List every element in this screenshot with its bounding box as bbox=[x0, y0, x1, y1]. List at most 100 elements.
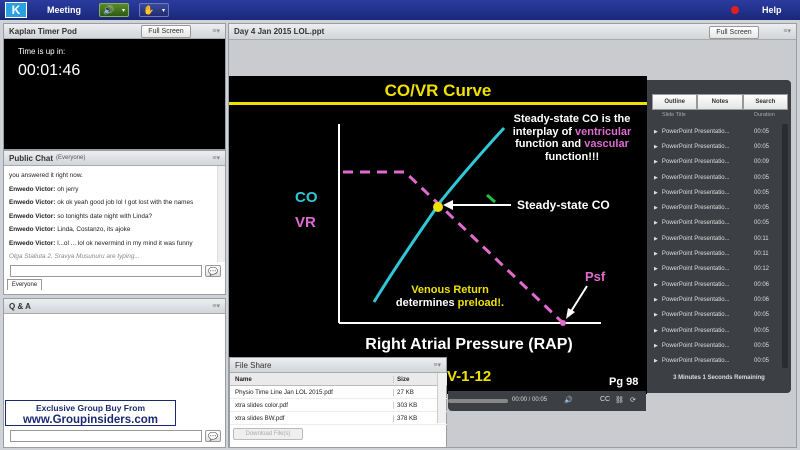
slide-list-item[interactable]: ▶ PowerPoint Presentatio... 00:09 bbox=[652, 155, 784, 170]
send-message-button[interactable]: 💬 bbox=[205, 265, 221, 277]
expand-triangle-icon[interactable]: ▶ bbox=[654, 175, 658, 181]
slide-list-item[interactable]: ▶ PowerPoint Presentatio... 00:05 bbox=[652, 139, 784, 154]
pod-options-icon[interactable]: ≡▾ bbox=[783, 27, 791, 35]
chat-scrollbar[interactable] bbox=[217, 166, 225, 262]
pod-options-icon[interactable]: ≡▾ bbox=[212, 302, 220, 310]
timer-pod: Kaplan Timer Pod ≡▾ Full Screen Time is … bbox=[3, 23, 226, 150]
slide-title-text: PowerPoint Presentatio... bbox=[661, 159, 730, 166]
audio-button[interactable]: 🔊 ▾ bbox=[99, 3, 130, 17]
psf-label: Psf bbox=[585, 269, 606, 284]
timer-display: Time is up in: 00:01:46 bbox=[4, 39, 225, 149]
file-row[interactable]: xtra slides color.pdf 303 KB bbox=[230, 399, 447, 412]
slide-title-text: PowerPoint Presentatio... bbox=[661, 281, 730, 288]
file-share-pod: File Share ≡▾ Name Size Physio Time Line… bbox=[229, 357, 447, 448]
expand-triangle-icon[interactable]: ▶ bbox=[654, 343, 658, 349]
send-question-button[interactable]: 💬 bbox=[205, 430, 221, 442]
slide-title-text: PowerPoint Presentatio... bbox=[661, 143, 730, 150]
slide-list-item[interactable]: ▶ PowerPoint Presentatio... 00:05 bbox=[652, 124, 784, 139]
slide-title-text: PowerPoint Presentatio... bbox=[661, 251, 730, 258]
timer-label: Time is up in: bbox=[18, 47, 66, 56]
chat-bubble-icon: 💬 bbox=[208, 431, 218, 441]
chat-tab-everyone[interactable]: Everyone bbox=[7, 279, 42, 290]
sync-icon[interactable]: ⟳ bbox=[630, 396, 636, 404]
volume-icon[interactable]: 🔊 bbox=[564, 396, 573, 404]
slide-list-item[interactable]: ▶ PowerPoint Presentatio... 00:12 bbox=[652, 262, 784, 277]
playback-time: 00:00 / 00:05 bbox=[512, 397, 548, 403]
slide-list-item[interactable]: ▶ PowerPoint Presentatio... 00:05 bbox=[652, 308, 784, 323]
expand-triangle-icon[interactable]: ▶ bbox=[654, 251, 658, 257]
link-icon[interactable]: ⛓ bbox=[615, 396, 624, 404]
playback-progress[interactable] bbox=[448, 399, 508, 403]
expand-triangle-icon[interactable]: ▶ bbox=[654, 297, 658, 303]
file-table-header: Name Size bbox=[230, 373, 447, 386]
co-label: CO bbox=[295, 189, 318, 206]
slide-list-item[interactable]: ▶ PowerPoint Presentatio... 00:06 bbox=[652, 292, 784, 307]
expand-triangle-icon[interactable]: ▶ bbox=[654, 358, 658, 364]
expand-triangle-icon[interactable]: ▶ bbox=[654, 159, 658, 165]
share-full-screen-button[interactable]: Full Screen bbox=[709, 26, 759, 39]
slide-list-item[interactable]: ▶ PowerPoint Presentatio... 00:05 bbox=[652, 170, 784, 185]
column-name[interactable]: Name bbox=[230, 376, 393, 383]
slide-title-text: PowerPoint Presentatio... bbox=[661, 358, 730, 365]
chat-input[interactable] bbox=[10, 265, 202, 277]
file-list-scrollbar[interactable] bbox=[437, 373, 446, 423]
pod-options-icon[interactable]: ≡▾ bbox=[433, 361, 441, 369]
expand-triangle-icon[interactable]: ▶ bbox=[654, 266, 658, 272]
column-slide-title: Slide Title bbox=[662, 112, 686, 118]
tab-search[interactable]: Search bbox=[742, 94, 788, 110]
download-files-button[interactable]: Download File(s) bbox=[233, 428, 303, 440]
expand-triangle-icon[interactable]: ▶ bbox=[654, 328, 658, 334]
menu-meeting[interactable]: Meeting bbox=[47, 5, 81, 15]
slide-list-item[interactable]: ▶ PowerPoint Presentatio... 00:11 bbox=[652, 231, 784, 246]
time-remaining: 3 Minutes 1 Seconds Remaining bbox=[673, 375, 765, 381]
slide-list-header: Slide Title Duration bbox=[652, 112, 784, 122]
slide-list-item[interactable]: ▶ PowerPoint Presentatio... 00:06 bbox=[652, 277, 784, 292]
typing-indicator: Olga Staliuta 2, Sravya Musunuru are typ… bbox=[9, 253, 140, 260]
slide-title-text: PowerPoint Presentatio... bbox=[661, 205, 730, 212]
expand-triangle-icon[interactable]: ▶ bbox=[654, 129, 658, 135]
annotation-line2: interplay of ventricular bbox=[513, 126, 632, 138]
tab-notes[interactable]: Notes bbox=[697, 94, 743, 110]
slide-list-scrollbar[interactable] bbox=[782, 124, 788, 368]
cardiac-function-curve bbox=[372, 126, 506, 303]
expand-triangle-icon[interactable]: ▶ bbox=[654, 220, 658, 226]
captions-icon[interactable]: CC bbox=[600, 396, 610, 403]
pod-title: File Share bbox=[235, 360, 272, 370]
arrow-head-icon bbox=[566, 308, 575, 319]
recording-icon[interactable] bbox=[731, 6, 739, 14]
expand-triangle-icon[interactable]: ▶ bbox=[654, 144, 658, 150]
pod-title: Public Chat bbox=[9, 153, 54, 163]
slide-list-item[interactable]: ▶ PowerPoint Presentatio... 00:05 bbox=[652, 200, 784, 215]
slide-list-item[interactable]: ▶ PowerPoint Presentatio... 00:05 bbox=[652, 353, 784, 368]
slide-title-text: PowerPoint Presentatio... bbox=[661, 312, 730, 319]
pod-title: Kaplan Timer Pod bbox=[9, 26, 77, 36]
menu-help[interactable]: Help bbox=[762, 5, 782, 15]
file-row[interactable]: xtra slides BW.pdf 378 KB bbox=[230, 412, 447, 425]
slide-list-item[interactable]: ▶ PowerPoint Presentatio... 00:11 bbox=[652, 246, 784, 261]
steady-state-point bbox=[433, 202, 443, 212]
slide-title-text: PowerPoint Presentatio... bbox=[661, 327, 730, 334]
expand-triangle-icon[interactable]: ▶ bbox=[654, 282, 658, 288]
column-size[interactable]: Size bbox=[393, 375, 437, 383]
expand-triangle-icon[interactable]: ▶ bbox=[654, 312, 658, 318]
file-row[interactable]: Physio Time Line Jan LOL 2015.pdf 27 KB bbox=[230, 386, 447, 399]
timer-full-screen-button[interactable]: Full Screen bbox=[141, 25, 191, 38]
slide-title: CO/VR Curve bbox=[385, 81, 492, 100]
pod-options-icon[interactable]: ≡▾ bbox=[212, 27, 220, 35]
watermark-banner: Exclusive Group Buy From www.Groupinside… bbox=[5, 400, 176, 426]
expand-triangle-icon[interactable]: ▶ bbox=[654, 205, 658, 211]
question-input[interactable] bbox=[10, 430, 202, 442]
playback-controls: 00:00 / 00:05 🔊 CC ⛓ ⟳ bbox=[448, 391, 646, 411]
slide-duration-text: 00:05 bbox=[754, 342, 770, 349]
pod-options-icon[interactable]: ≡▾ bbox=[212, 154, 220, 162]
slide-list-item[interactable]: ▶ PowerPoint Presentatio... 00:05 bbox=[652, 338, 784, 353]
tab-outline[interactable]: Outline bbox=[652, 94, 698, 110]
expand-triangle-icon[interactable]: ▶ bbox=[654, 236, 658, 242]
expand-triangle-icon[interactable]: ▶ bbox=[654, 190, 658, 196]
slide-list-item[interactable]: ▶ PowerPoint Presentatio... 00:05 bbox=[652, 216, 784, 231]
slide-list-item[interactable]: ▶ PowerPoint Presentatio... 00:05 bbox=[652, 185, 784, 200]
presentation-slide: CO/VR Curve CO VR Steady-state CO is the… bbox=[229, 76, 647, 394]
slide-list-item[interactable]: ▶ PowerPoint Presentatio... 00:05 bbox=[652, 323, 784, 338]
slide-title-text: PowerPoint Presentatio... bbox=[661, 342, 730, 349]
raise-hand-button[interactable]: ✋ ▾ bbox=[139, 3, 170, 17]
